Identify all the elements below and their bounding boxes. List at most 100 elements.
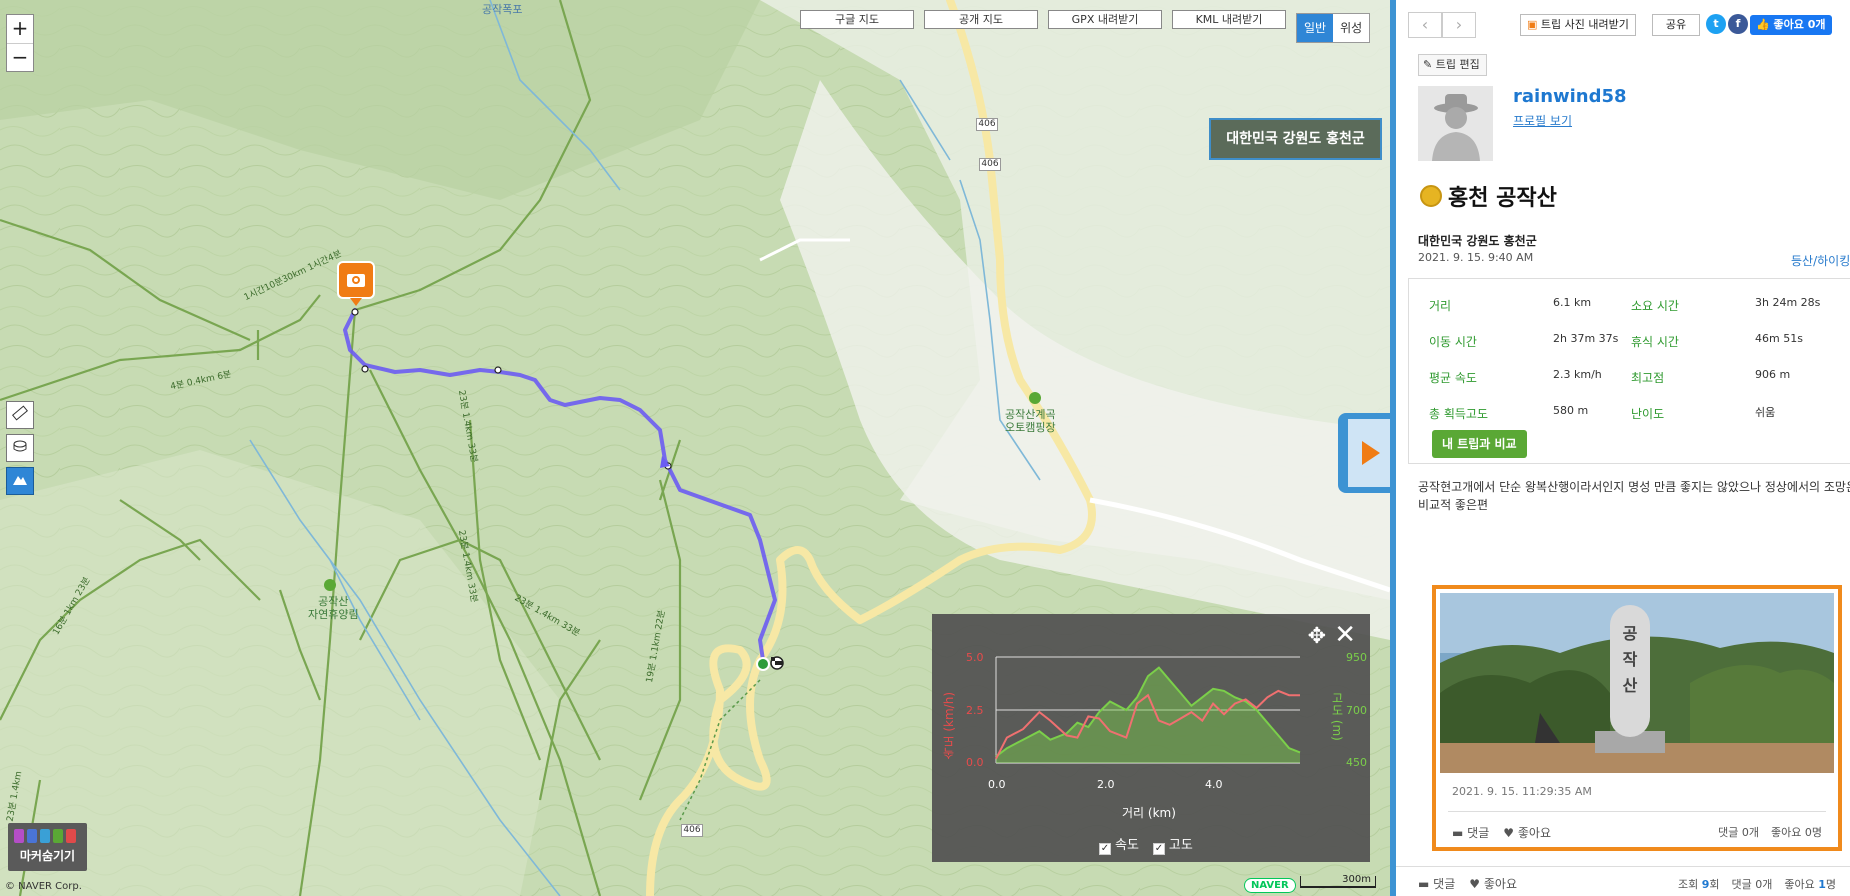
trip-description: 공작현고개에서 단순 왕복산행이라서인지 명성 만큼 좋지는 않았으나 정상에서… (1418, 480, 1850, 512)
view-count-suffix: 회 (1709, 878, 1720, 891)
thumbs-up-icon: 👍 (1756, 18, 1770, 31)
map-type-satellite[interactable]: 위성 (1333, 14, 1370, 42)
prev-trip-button[interactable]: ‹ (1408, 12, 1442, 38)
stat-label: 휴식 시간 (1631, 335, 1679, 349)
stat-value: 2h 37m 37s (1553, 332, 1619, 345)
naver-logo: NAVER (1244, 878, 1296, 893)
user-silhouette-icon (1418, 86, 1493, 161)
comment-icon: ▬ (1452, 826, 1464, 840)
comment-count: 댓글 0개 (1731, 878, 1773, 891)
trip-sidebar: ‹ › ▣ 트립 사진 내려받기 공유 t f 👍 좋아요 0개 ✎ 트립 편집 (1390, 0, 1850, 896)
panel-toggle-button[interactable] (1338, 413, 1390, 493)
divider (1448, 811, 1826, 812)
map-area[interactable]: 1시간10분30km 1시간4분 4분 0.4km 6분 23분 1.4km 3… (0, 0, 1390, 896)
marker-icon (66, 829, 76, 843)
region-label: 대한민국 강원도 홍천군 (1209, 118, 1382, 160)
x-axis-label: 거리 (km) (1122, 806, 1176, 820)
stat-rest-time: 휴식 시간 46m 51s (1631, 332, 1803, 350)
x-tick: 0.0 (988, 778, 1006, 791)
stat-label: 총 획득고도 (1429, 407, 1489, 421)
marker-icons (8, 823, 87, 843)
x-tick: 4.0 (1205, 778, 1223, 791)
trip-title: 홍천 공작산 (1420, 180, 1557, 212)
road-number-shield: 406 (979, 158, 1001, 171)
stat-value: 2.3 km/h (1553, 368, 1602, 381)
checkbox-icon[interactable]: ✓ (1099, 843, 1111, 855)
stat-label: 거리 (1429, 299, 1452, 313)
photo-card[interactable]: 공작산 2021. 9. 15. 11:29:35 AM ▬ 댓글 ♥ 좋아요 … (1432, 585, 1842, 851)
marker-toggle[interactable]: 마커숨기기 (8, 823, 87, 871)
zoom-in-button[interactable]: + (7, 15, 33, 43)
kml-download-button[interactable]: KML 내려받기 (1172, 10, 1286, 29)
stat-distance: 거리 6.1 km (1429, 296, 1591, 314)
facebook-like-button[interactable]: 👍 좋아요 0개 (1750, 15, 1832, 35)
facebook-icon[interactable]: f (1728, 14, 1748, 34)
legend-altitude[interactable]: ✓ 고도 (1152, 834, 1193, 855)
next-trip-button[interactable]: › (1442, 12, 1476, 38)
stat-label: 최고점 (1631, 371, 1665, 385)
edit-trip-label: 트립 편집 (1435, 58, 1480, 71)
activity-type-link[interactable]: 등산/하이킹 (1791, 252, 1850, 269)
map-type-normal[interactable]: 일반 (1297, 14, 1334, 42)
legend-altitude-label: 고도 (1168, 838, 1193, 853)
photo-comment-count: 댓글 0개 (1718, 826, 1760, 839)
area-tool-button[interactable] (6, 434, 34, 462)
stat-moving-time: 이동 시간 2h 37m 37s (1429, 332, 1618, 350)
download-photos-button[interactable]: ▣ 트립 사진 내려받기 (1520, 14, 1636, 36)
photo-counts: 댓글 0개 좋아요 0명 (1718, 824, 1822, 840)
trip-footer: ▬ 댓글 ♥ 좋아요 조회 9회 댓글 0개 좋아요 1명 (1396, 866, 1850, 896)
like-count-value: 1 (1818, 878, 1826, 891)
app: 1시간10분30km 1시간4분 4분 0.4km 6분 23분 1.4km 3… (0, 0, 1850, 896)
map-copyright: © NAVER Corp. (5, 881, 82, 892)
photo-date: 2021. 9. 15. 11:29:35 AM (1452, 785, 1592, 798)
zoom-out-button[interactable]: − (7, 43, 33, 71)
marker-toggle-label: 마커숨기기 (19, 849, 76, 863)
trip-like-button[interactable]: ♥ 좋아요 (1469, 875, 1517, 892)
download-photos-label: 트립 사진 내려받기 (1540, 18, 1629, 31)
trip-comment-label: 댓글 (1433, 877, 1456, 891)
legend-speed[interactable]: ✓ 속도 (1099, 834, 1139, 855)
stat-difficulty: 난이도 쉬움 (1631, 405, 1775, 422)
photo-actions: ▬ 댓글 ♥ 좋아요 (1452, 824, 1551, 841)
stat-value: 6.1 km (1553, 296, 1592, 309)
mountain-icon (11, 470, 29, 492)
zoom-control: + − (6, 14, 34, 72)
gpx-download-button[interactable]: GPX 내려받기 (1048, 10, 1162, 29)
photo-comment-button[interactable]: ▬ 댓글 (1452, 824, 1489, 841)
poi-recreation-forest[interactable]: 공작산 자연휴양림 (308, 595, 359, 621)
share-button[interactable]: 공유 (1652, 14, 1700, 36)
twitter-icon[interactable]: t (1706, 14, 1726, 34)
elevation-tool-button[interactable] (6, 467, 34, 495)
pencil-icon: ✎ (1423, 58, 1433, 71)
trip-comment-button[interactable]: ▬ 댓글 (1418, 875, 1455, 892)
username-link[interactable]: rainwind58 (1513, 86, 1627, 107)
ruler-icon (11, 404, 29, 426)
trip-photo[interactable]: 공작산 (1440, 593, 1834, 773)
compare-trip-button[interactable]: 내 트립과 비교 (1432, 430, 1527, 458)
like-count-prefix: 좋아요 (1784, 878, 1815, 891)
comment-icon: ▬ (1418, 877, 1430, 891)
checkbox-icon[interactable]: ✓ (1152, 843, 1165, 855)
legend-speed-label: 속도 (1115, 838, 1139, 853)
elevation-plot (995, 656, 1301, 764)
poi-waterfall[interactable]: 공작폭포 (482, 3, 522, 16)
stat-label: 소요 시간 (1631, 299, 1679, 313)
edit-trip-button[interactable]: ✎ 트립 편집 (1418, 54, 1487, 76)
trip-date: 2021. 9. 15. 9:40 AM (1418, 251, 1534, 264)
open-map-button[interactable]: 공개 지도 (924, 10, 1038, 29)
stat-elevation-gain: 총 획득고도 580 m (1429, 404, 1588, 422)
elevation-chart-panel: ✥ ✕ 속도 (km/h) 고도 (m) 5.0 2.5 0.0 950 700… (932, 614, 1370, 862)
marker-icon (53, 829, 63, 843)
footer-actions: ▬ 댓글 ♥ 좋아요 (1418, 875, 1517, 892)
stat-max-elevation: 최고점 906 m (1631, 368, 1790, 386)
google-map-button[interactable]: 구글 지도 (800, 10, 914, 29)
footer-counts: 조회 9회 댓글 0개 좋아요 1명 (1678, 876, 1836, 892)
poi-campground[interactable]: 공작산계곡 오토캠핑장 (1005, 408, 1056, 434)
profile-link[interactable]: 프로필 보기 (1513, 112, 1572, 129)
view-count-prefix: 조회 (1677, 878, 1699, 891)
photo-like-button[interactable]: ♥ 좋아요 (1503, 824, 1551, 841)
road-number-shield: 406 (976, 118, 998, 131)
ruler-tool-button[interactable] (6, 401, 34, 429)
map-scale: 300m (1300, 874, 1376, 888)
avatar[interactable] (1418, 86, 1493, 161)
